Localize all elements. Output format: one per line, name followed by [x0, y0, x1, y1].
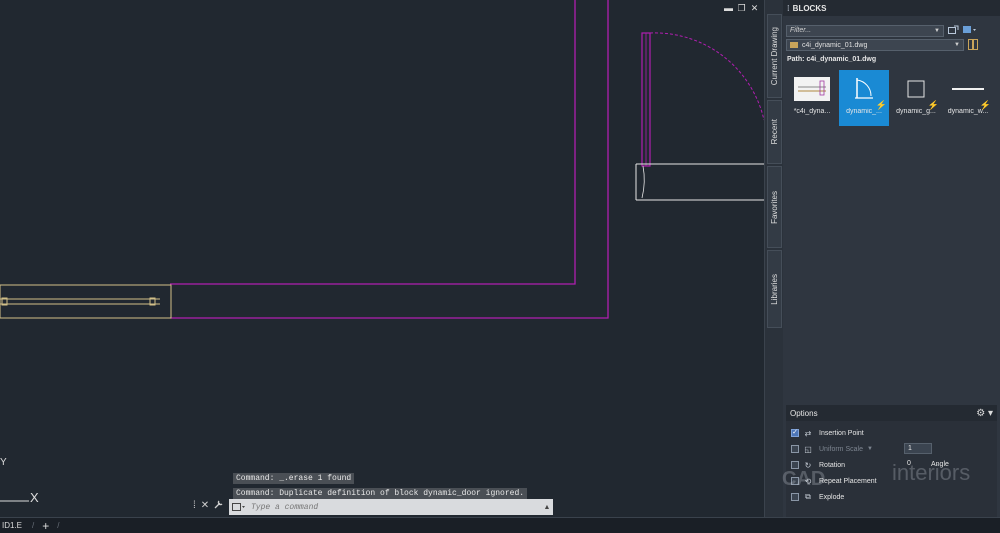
rotation-icon: ↻: [804, 460, 812, 470]
angle-label: Angle: [931, 461, 949, 468]
layout-tab-bar: ID1.E / + /: [0, 517, 1000, 533]
tab-active-layout[interactable]: ID1.E: [0, 521, 28, 530]
option-label: Insertion Point: [819, 429, 864, 437]
add-tab-button[interactable]: +: [38, 519, 53, 533]
chevron-down-icon: ▼: [934, 27, 940, 34]
tab-recent[interactable]: Recent: [767, 100, 782, 164]
palette-title: BLOCKS: [792, 3, 827, 13]
palette-title-bar[interactable]: ⁞ BLOCKS: [783, 0, 1000, 16]
door-frame-curve: [641, 165, 645, 199]
filter-row: Filter... ▼: [786, 24, 994, 37]
option-label: Uniform Scale: [819, 445, 863, 453]
chevron-up-icon[interactable]: ▲: [541, 504, 553, 511]
insertion-point-checkbox[interactable]: ✓: [791, 429, 799, 437]
dynamic-block-icon: ⚡: [927, 100, 939, 110]
minimize-icon[interactable]: ▬: [724, 4, 733, 13]
tab-label: Favorites: [770, 190, 779, 224]
options-title: Options: [790, 408, 818, 418]
block-thumbnail-selected[interactable]: ⚡ dynamic_...: [839, 70, 889, 126]
rotation-checkbox[interactable]: [791, 461, 799, 469]
gear-icon[interactable]: ⚙ ▾: [976, 408, 993, 419]
dynamic-block-icon: ⚡: [875, 100, 887, 110]
filter-dropdown[interactable]: Filter... ▼: [786, 24, 944, 37]
option-label: Rotation: [819, 461, 846, 469]
close-icon[interactable]: ✕: [201, 500, 209, 511]
tab-current-drawing[interactable]: Current Drawing: [767, 14, 782, 98]
ucs-icon: Y X: [0, 455, 42, 505]
folder-icon: [790, 41, 798, 48]
option-insertion-point[interactable]: ✓ ⇄ Insertion Point: [791, 427, 864, 439]
explode-checkbox[interactable]: [791, 493, 799, 501]
command-history: Command: _.erase 1 found Command: Duplic…: [233, 472, 528, 502]
wall-inner-outline: [170, 0, 576, 285]
drawing-preview-icon: [793, 76, 831, 102]
tab-separator: /: [32, 521, 35, 530]
import-blocks-icon[interactable]: [948, 25, 959, 37]
tab-label: Libraries: [770, 273, 779, 305]
option-explode[interactable]: ⧉ Explode: [791, 491, 844, 503]
option-uniform-scale[interactable]: ◱ Uniform Scale ▼: [791, 443, 873, 455]
option-repeat-placement[interactable]: ⟲ Repeat Placement: [791, 475, 877, 487]
command-input[interactable]: [249, 500, 541, 514]
view-mode-icon[interactable]: [963, 25, 977, 37]
palette-side-tabs: Current Drawing Recent Favorites Librari…: [764, 0, 783, 517]
tab-favorites[interactable]: Favorites: [767, 166, 782, 248]
grip-icon[interactable]: ⁞: [787, 4, 790, 13]
explode-icon: ⧉: [805, 492, 811, 501]
option-rotation[interactable]: ↻ Rotation: [791, 459, 845, 471]
options-header[interactable]: Options ⚙ ▾: [786, 405, 997, 421]
command-recent-dropdown-icon[interactable]: [229, 499, 249, 515]
grip-icon[interactable]: ⁞: [193, 500, 196, 511]
rectangle-icon: [897, 76, 935, 102]
library-path: Path: c4i_dynamic_01.dwg: [787, 56, 877, 63]
wall-line-icon: [949, 76, 987, 102]
block-gallery: *c4i_dyna... ⚡ dynamic_... ⚡ dynamic_g..…: [787, 70, 993, 126]
drawing-canvas[interactable]: ▬ ❐ ✕ Y X Command: _.erase 1 found Comma…: [0, 0, 764, 517]
rotation-value-field[interactable]: 0: [904, 459, 928, 470]
restore-icon[interactable]: ❐: [737, 4, 746, 13]
tab-separator: /: [57, 521, 60, 530]
repeat-placement-checkbox[interactable]: [791, 477, 799, 485]
dynamic-block-icon: ⚡: [979, 100, 991, 110]
close-icon[interactable]: ✕: [750, 4, 759, 13]
blocks-palette: ⁞ BLOCKS Filter... ▼ c4i_dynamic_01.dwg …: [783, 0, 1000, 517]
filter-placeholder: Filter...: [790, 27, 812, 34]
command-history-line: Command: _.erase 1 found: [233, 473, 355, 484]
chevron-down-icon[interactable]: ▼: [867, 446, 873, 452]
block-thumbnail[interactable]: ⚡ dynamic_g...: [891, 70, 941, 126]
command-line[interactable]: ▲: [229, 499, 553, 515]
command-history-line: Command: Duplicate definition of block d…: [233, 488, 528, 499]
option-label: Repeat Placement: [819, 477, 877, 485]
option-label: Explode: [819, 493, 845, 501]
drawing-geometry[interactable]: [0, 0, 764, 517]
window-block: [0, 284, 172, 319]
file-row: c4i_dynamic_01.dwg ▼: [786, 38, 994, 52]
customize-wrench-icon[interactable]: [214, 499, 224, 512]
tab-libraries[interactable]: Libraries: [767, 250, 782, 328]
source-file-dropdown[interactable]: c4i_dynamic_01.dwg ▼: [786, 39, 964, 51]
ucs-x-label: X: [30, 490, 39, 505]
block-thumbnail[interactable]: ⚡ dynamic_w...: [943, 70, 993, 126]
block-name: *c4i_dyna...: [793, 108, 831, 115]
door-swing-icon: [845, 76, 883, 102]
viewport-window-controls: ▬ ❐ ✕: [724, 4, 759, 13]
options-panel: ✓ ⇄ Insertion Point ◱ Uniform Scale ▼ 1 …: [786, 421, 997, 517]
door-swing-arc: [649, 32, 764, 121]
scale-icon: ◱: [804, 444, 812, 454]
scale-checkbox[interactable]: [791, 445, 799, 453]
repeat-placement-icon: ⟲: [804, 476, 812, 486]
ucs-y-label: Y: [0, 457, 7, 468]
chevron-down-icon: ▼: [954, 42, 960, 48]
scale-value-field[interactable]: 1: [904, 443, 932, 454]
browse-library-icon[interactable]: [968, 38, 979, 52]
insertion-point-icon: ⇄: [804, 428, 812, 438]
block-thumbnail[interactable]: *c4i_dyna...: [787, 70, 837, 126]
source-file-name: c4i_dynamic_01.dwg: [802, 41, 868, 49]
wall-outer-outline: [170, 0, 609, 319]
tab-label: Current Drawing: [770, 26, 779, 86]
tab-label: Recent: [770, 119, 779, 145]
command-line-tools: ⁞ ✕: [193, 499, 224, 512]
